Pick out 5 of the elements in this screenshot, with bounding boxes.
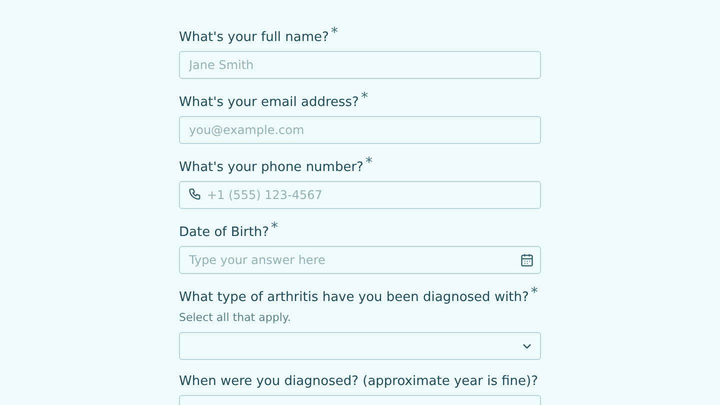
phone-field[interactable]: +1 (555) 123-4567 <box>179 181 541 209</box>
date-field[interactable]: Type your answer here <box>179 246 541 274</box>
input-field[interactable]: you@example.com <box>179 116 541 144</box>
field-label: When were you diagnosed? (approximate year is fine)? <box>179 374 538 390</box>
hint-text: Select all that apply. <box>179 310 291 326</box>
